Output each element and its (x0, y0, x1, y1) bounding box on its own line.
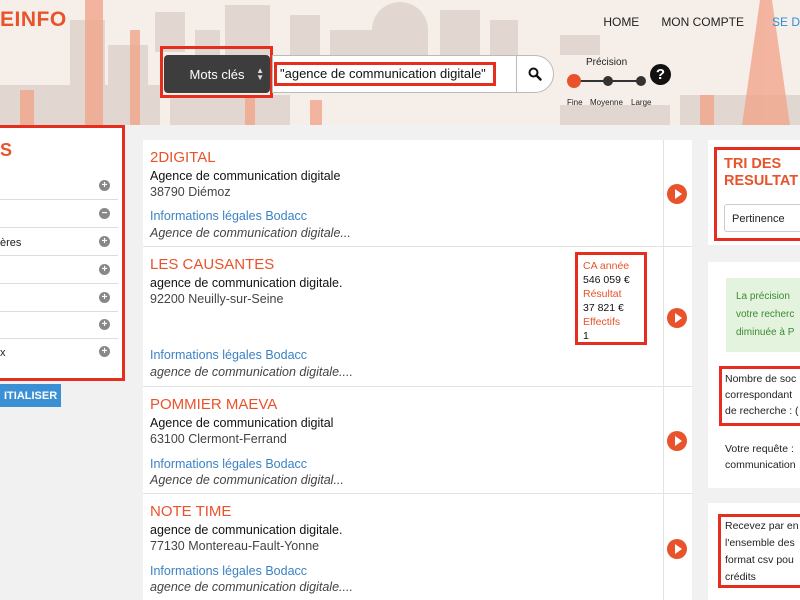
company-activity: agence de communication digitale. (150, 276, 343, 290)
search-button[interactable] (516, 55, 554, 93)
search-query-text: "agence de communication digitale" (280, 66, 486, 81)
precision-title: Précision (586, 57, 628, 68)
highlight-mode-select (160, 46, 273, 98)
sort-title-line: RESULTAT (724, 173, 799, 189)
result-snippet: agence de communication digitale.... (150, 580, 353, 594)
expand-icon[interactable]: + (99, 292, 110, 303)
expand-icon[interactable]: + (99, 346, 110, 357)
site-logo[interactable]: EINFO (0, 8, 67, 32)
legal-info-link[interactable]: Informations légales Bodacc (150, 209, 307, 223)
search-icon (528, 67, 542, 81)
company-name-link[interactable]: 2DIGITAL (150, 149, 216, 166)
company-address: 92200 Neuilly-sur-Seine (150, 292, 284, 306)
legal-info-link[interactable]: Informations légales Bodacc (150, 564, 307, 578)
top-nav: HOME MON COMPTE SE D (581, 15, 800, 29)
request-text: Votre requête : communication (725, 441, 800, 473)
revenue-label: CA année (583, 260, 630, 272)
expand-icon[interactable]: + (99, 236, 110, 247)
open-company-icon[interactable] (667, 431, 687, 451)
company-address: 63100 Clermont-Ferrand (150, 432, 287, 446)
precision-notice: La précision votre recherc diminuée à P (726, 278, 800, 352)
result-card[interactable]: 2DIGITAL Agence de communication digital… (143, 140, 692, 247)
filter-row[interactable]: + (0, 285, 118, 312)
nav-home-link[interactable]: HOME (603, 15, 639, 29)
expand-icon[interactable]: + (99, 180, 110, 191)
sort-title: TRI DES RESULTAT (724, 156, 798, 190)
notice-line: votre recherc (736, 309, 795, 320)
company-name-link[interactable]: NOTE TIME (150, 503, 231, 520)
precision-dot-fine[interactable] (567, 74, 581, 88)
filter-label: x (0, 347, 6, 359)
filter-row[interactable]: − (0, 201, 118, 228)
export-text: Recevez par en l'ensemble des format csv… (725, 518, 800, 586)
nav-account-link[interactable]: MON COMPTE (661, 15, 744, 29)
open-company-icon[interactable] (667, 539, 687, 559)
export-line: Recevez par en (725, 520, 799, 532)
legal-info-link[interactable]: Informations légales Bodacc (150, 457, 307, 471)
sort-title-line: TRI DES (724, 156, 782, 172)
filter-row[interactable]: x + (0, 339, 118, 366)
staff-value: 1 (583, 330, 589, 342)
count-line: Nombre de soc (725, 373, 797, 385)
sort-select[interactable]: Pertinence (724, 204, 800, 232)
precision-dot-large[interactable] (636, 76, 646, 86)
company-address: 38790 Diémoz (150, 185, 231, 199)
logo-text: INFO (14, 8, 67, 31)
financials-box: CA année 546 059 € Résultat 37 821 € Eff… (575, 252, 647, 345)
result-value: 37 821 € (583, 302, 624, 314)
legal-info-link[interactable]: Informations légales Bodacc (150, 348, 307, 362)
export-line: crédits (725, 571, 756, 583)
filter-row[interactable]: + (0, 257, 118, 284)
collapse-icon[interactable]: − (99, 208, 110, 219)
precision-dot-medium[interactable] (603, 76, 613, 86)
company-name-link[interactable]: LES CAUSANTES (150, 256, 274, 273)
precision-label-large: Large (631, 98, 652, 107)
company-activity: agence de communication digitale. (150, 523, 343, 537)
request-line: communication (725, 459, 796, 471)
result-snippet: Agence de communication digital... (150, 473, 344, 487)
help-icon[interactable]: ? (650, 64, 671, 85)
result-count-text: Nombre de soc correspondant de recherche… (725, 371, 800, 419)
filters-title: S (0, 140, 13, 160)
company-name-link[interactable]: POMMIER MAEVA (150, 396, 277, 413)
expand-icon[interactable]: + (99, 319, 110, 330)
filter-label: ères (0, 237, 22, 249)
company-activity: Agence de communication digitale (150, 169, 341, 183)
result-snippet: Agence de communication digitale... (150, 226, 351, 240)
precision-label-medium: Moyenne (590, 98, 623, 107)
logo-letter: E (0, 8, 15, 31)
notice-line: diminuée à P (736, 327, 795, 338)
result-card[interactable]: POMMIER MAEVA Agence de communication di… (143, 387, 692, 494)
filter-row[interactable]: ères + (0, 229, 118, 256)
export-line: format csv pou (725, 554, 794, 566)
result-card[interactable]: LES CAUSANTES agence de communication di… (143, 247, 692, 387)
count-line: de recherche : ( (725, 405, 799, 417)
filters-panel: S + − ères + + + + x + (0, 125, 125, 381)
result-card[interactable]: NOTE TIME agence de communication digita… (143, 494, 692, 600)
count-line: correspondant (725, 389, 793, 401)
staff-label: Effectifs (583, 316, 621, 328)
result-label: Résultat (583, 288, 622, 300)
open-company-icon[interactable] (667, 184, 687, 204)
filter-row[interactable]: + (0, 173, 118, 200)
notice-line: La précision (736, 291, 790, 302)
export-line: l'ensemble des (725, 537, 795, 549)
nav-login-link[interactable]: SE D (772, 15, 800, 29)
request-line: Votre requête : (725, 443, 794, 455)
result-snippet: agence de communication digitale.... (150, 365, 353, 379)
expand-icon[interactable]: + (99, 264, 110, 275)
precision-label-fine: Fine (567, 98, 583, 107)
results-list: 2DIGITAL Agence de communication digital… (143, 140, 692, 600)
company-address: 77130 Montereau-Fault-Yonne (150, 539, 320, 553)
filter-row[interactable]: + (0, 312, 118, 339)
open-company-icon[interactable] (667, 308, 687, 328)
reset-filters-button[interactable]: ITIALISER (0, 384, 61, 407)
revenue-value: 546 059 € (583, 274, 630, 286)
company-activity: Agence de communication digital (150, 416, 334, 430)
